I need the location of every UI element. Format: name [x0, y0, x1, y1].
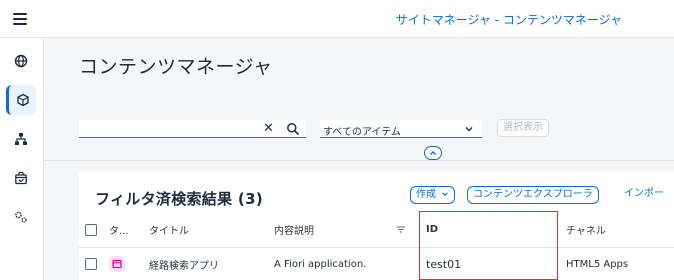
content-explorer-button[interactable]: コンテンツエクスプローラ: [467, 186, 599, 204]
results-table-panel: フィルタ済検索結果 (3) 作成 コンテンツエクスプローラ インポー タ... …: [79, 172, 674, 280]
column-header-type[interactable]: タ...: [109, 212, 129, 247]
settings-icon: [15, 211, 27, 223]
sort-icon[interactable]: [396, 224, 406, 234]
cube-icon: [16, 93, 29, 107]
sidenav-item-settings[interactable]: [6, 202, 36, 232]
collapse-header-button[interactable]: [424, 146, 442, 160]
window-icon: [112, 259, 122, 269]
clear-icon[interactable]: ✕: [263, 121, 274, 136]
table-row[interactable]: 経路検索アプリ A Fiori application. test01 HTML…: [79, 248, 674, 280]
app-type-icon: [109, 256, 125, 272]
select-all-cell: [85, 212, 97, 247]
sidenav-item-channels[interactable]: [6, 124, 36, 154]
sidenav-item-content-manager[interactable]: [6, 85, 36, 115]
hierarchy-icon: [15, 133, 27, 145]
page-title: コンテンツマネージャ: [79, 56, 273, 78]
search-icon[interactable]: [286, 122, 300, 136]
row-select-cell: [85, 248, 97, 280]
row-id: test01: [426, 257, 462, 271]
create-menu-button[interactable]: 作成: [410, 186, 456, 204]
import-button[interactable]: インポー: [619, 186, 669, 204]
column-header-description-label: 内容説明: [274, 226, 314, 237]
show-selected-button[interactable]: 選択表示: [497, 119, 549, 137]
row-description: A Fiori application.: [274, 258, 367, 270]
column-header-channel[interactable]: チャネル: [566, 212, 606, 247]
shell-bar: サイトマネージャ - コンテンツマネージャ: [0, 0, 674, 38]
search-field[interactable]: ✕: [79, 120, 306, 138]
row-title: 経路検索アプリ: [149, 260, 219, 272]
item-filter-select[interactable]: すべてのアイテム: [320, 120, 482, 138]
row-checkbox[interactable]: [85, 258, 97, 270]
chevron-down-icon: [465, 127, 473, 132]
search-input[interactable]: [81, 121, 261, 136]
chevron-up-icon: [430, 151, 436, 155]
package-icon: [15, 171, 27, 185]
sidenav-item-sites[interactable]: [6, 46, 36, 76]
chevron-down-icon: [442, 192, 448, 196]
create-button-label: 作成: [416, 189, 436, 200]
globe-icon: [14, 54, 28, 68]
item-filter-value: すべてのアイテム: [323, 127, 401, 138]
row-type-cell: [109, 248, 125, 280]
select-all-checkbox[interactable]: [85, 223, 97, 236]
column-header-id[interactable]: ID: [426, 212, 438, 247]
side-navigation: [0, 38, 44, 280]
table-header-row: タ... タイトル 内容説明 ID チャネル: [79, 212, 674, 248]
table-title: フィルタ済検索結果 (3): [95, 190, 263, 208]
row-channel: HTML5 Apps: [566, 258, 629, 270]
shell-title[interactable]: サイトマネージャ - コンテンツマネージャ: [0, 11, 622, 28]
sidenav-item-packages[interactable]: [6, 163, 36, 193]
column-header-title[interactable]: タイトル: [149, 212, 189, 247]
header-divider: [44, 160, 674, 161]
